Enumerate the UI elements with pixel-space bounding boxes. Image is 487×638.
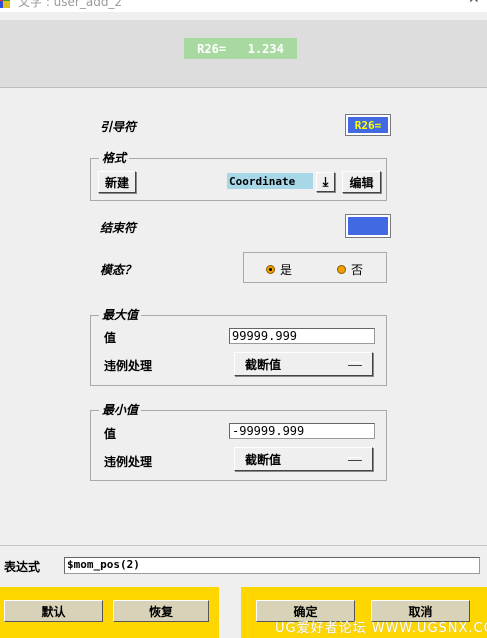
min-violation-value: 截断值 — [245, 452, 282, 467]
min-violation-select[interactable]: 截断值 — [234, 447, 373, 471]
expression-label: 表达式 — [4, 560, 41, 574]
app-icon — [0, 0, 10, 8]
prefix-label: 引导符 — [100, 120, 137, 134]
title-bar: 文字 : user_add_2 ✕ — [0, 0, 487, 12]
min-legend: 最小值 — [99, 403, 142, 417]
modal-label: 模态？ — [100, 263, 137, 277]
modal-radio-group — [243, 252, 387, 283]
format-combo-value[interactable]: Coordinate — [227, 173, 313, 189]
radio-dot-icon — [337, 265, 346, 274]
radio-no[interactable]: 否 — [337, 261, 363, 278]
format-legend: 格式 — [99, 151, 130, 165]
min-value-input[interactable]: -99999.999 — [229, 423, 375, 439]
restore-button[interactable]: 恢复 — [113, 600, 209, 622]
watermark: UG爱好者论坛 WWW.UGSNX.COM — [275, 621, 487, 636]
min-value-label: 值 — [104, 427, 117, 441]
radio-dot-icon — [266, 265, 275, 274]
max-legend: 最大值 — [99, 308, 142, 322]
window-title: 文字 : user_add_2 — [18, 0, 123, 9]
option-menu-icon — [348, 457, 362, 461]
radio-no-label: 否 — [351, 263, 364, 277]
close-icon[interactable]: ✕ — [468, 0, 480, 6]
max-value-input[interactable]: 99999.999 — [229, 328, 375, 344]
new-format-button[interactable]: 新建 — [98, 171, 136, 193]
edit-format-button[interactable]: 编辑 — [342, 171, 381, 193]
radio-yes-label: 是 — [280, 263, 293, 277]
min-violation-label: 违例处理 — [104, 455, 153, 469]
prefix-button[interactable]: R26= — [345, 114, 391, 136]
arrow-down-icon[interactable]: ⤓ — [316, 172, 335, 192]
max-violation-label: 违例处理 — [104, 359, 153, 373]
default-button[interactable]: 默认 — [4, 600, 103, 622]
max-value-label: 值 — [104, 331, 117, 345]
divider — [0, 545, 487, 546]
suffix-button[interactable] — [345, 214, 391, 238]
preview-display: R26= 1.234 — [184, 38, 297, 59]
option-menu-icon — [348, 362, 362, 366]
max-violation-value: 截断值 — [245, 357, 282, 372]
radio-yes[interactable]: 是 — [266, 261, 292, 278]
suffix-label: 结束符 — [100, 221, 137, 235]
max-violation-select[interactable]: 截断值 — [234, 352, 373, 376]
expression-input[interactable]: $mom_pos(2) — [64, 557, 480, 574]
